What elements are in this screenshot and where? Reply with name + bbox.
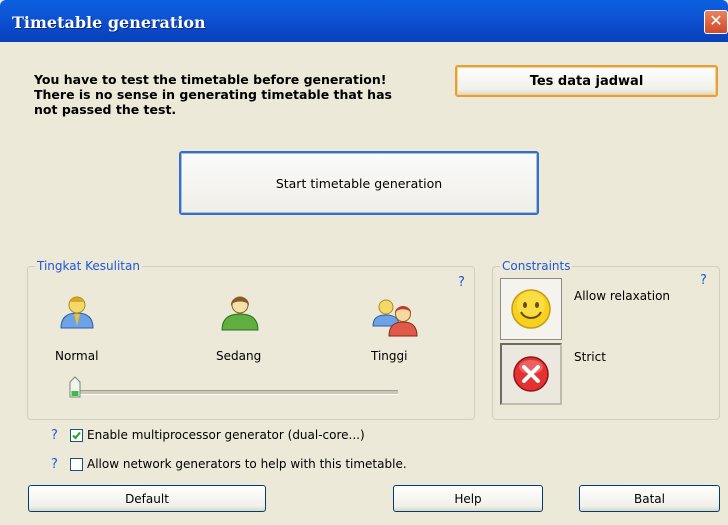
difficulty-label-normal: Normal bbox=[55, 349, 99, 363]
title-bar: Timetable generation ✕ bbox=[0, 0, 728, 42]
close-icon: ✕ bbox=[709, 11, 723, 30]
constraints-legend: Constraints bbox=[500, 259, 573, 273]
multiprocessor-help-icon[interactable]: ? bbox=[51, 428, 58, 443]
network-help-icon[interactable]: ? bbox=[51, 457, 58, 472]
test-warning: You have to test the timetable before ge… bbox=[34, 72, 434, 117]
difficulty-slider-track[interactable] bbox=[70, 390, 398, 395]
allow-relaxation-label: Allow relaxation bbox=[574, 289, 671, 303]
normal-user-icon[interactable] bbox=[57, 292, 97, 332]
smiley-icon bbox=[511, 289, 551, 329]
error-icon bbox=[513, 356, 549, 392]
allow-relaxation-button[interactable] bbox=[500, 278, 562, 340]
network-option[interactable]: Allow network generators to help with th… bbox=[70, 457, 407, 471]
test-data-button[interactable]: Tes data jadwal bbox=[455, 65, 718, 97]
default-button[interactable]: Default bbox=[28, 485, 266, 512]
difficulty-label-medium: Sedang bbox=[216, 349, 262, 363]
strict-button[interactable] bbox=[500, 343, 562, 405]
warning-line: not passed the test. bbox=[34, 102, 177, 117]
difficulty-group: Tingkat Kesulitan bbox=[27, 259, 475, 420]
start-generation-button[interactable]: Start timetable generation bbox=[179, 151, 539, 215]
multiprocessor-label: Enable multiprocessor generator (dual-co… bbox=[87, 428, 365, 442]
check-icon bbox=[72, 431, 81, 439]
difficulty-label-high: Tinggi bbox=[371, 349, 408, 363]
warning-line: There is no sense in generating timetabl… bbox=[34, 87, 392, 102]
close-button[interactable]: ✕ bbox=[704, 10, 728, 34]
help-button[interactable]: Help bbox=[393, 485, 543, 512]
window-title: Timetable generation bbox=[12, 13, 206, 32]
medium-user-icon[interactable] bbox=[218, 292, 262, 334]
network-label: Allow network generators to help with th… bbox=[87, 457, 407, 471]
difficulty-help-icon[interactable]: ? bbox=[458, 275, 465, 290]
cancel-button[interactable]: Batal bbox=[579, 485, 720, 512]
warning-line: You have to test the timetable before ge… bbox=[34, 72, 387, 87]
strict-label: Strict bbox=[574, 350, 606, 364]
network-checkbox[interactable] bbox=[70, 457, 83, 471]
difficulty-slider-thumb[interactable] bbox=[69, 376, 81, 398]
constraints-help-icon[interactable]: ? bbox=[700, 273, 707, 288]
multiprocessor-checkbox[interactable] bbox=[70, 428, 83, 442]
high-users-icon[interactable] bbox=[371, 296, 419, 338]
multiprocessor-option[interactable]: Enable multiprocessor generator (dual-co… bbox=[70, 428, 365, 442]
difficulty-legend: Tingkat Kesulitan bbox=[35, 259, 142, 273]
